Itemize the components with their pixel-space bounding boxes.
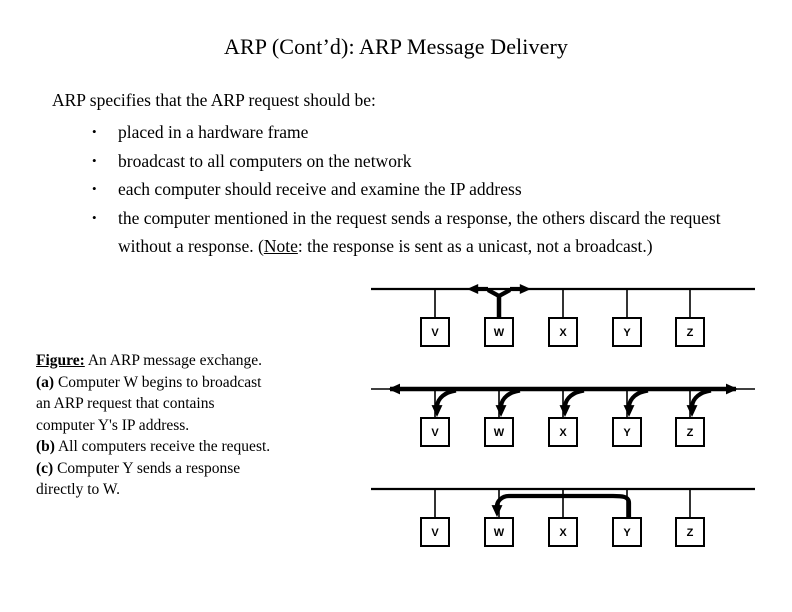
host-node-x: X bbox=[548, 417, 578, 447]
list-item: • the computer mentioned in the request … bbox=[52, 204, 742, 261]
host-node-w: W bbox=[484, 417, 514, 447]
figure-part-label-a: (a) bbox=[36, 373, 55, 391]
host-label: Z bbox=[687, 427, 694, 439]
figure-part-label-c: (c) bbox=[36, 459, 54, 477]
arrow-down-icon-z bbox=[686, 405, 698, 417]
host-node-v: V bbox=[420, 517, 450, 547]
arrow-left-icon bbox=[467, 283, 479, 295]
figure-caption-line: directly to W. bbox=[36, 481, 120, 498]
host-node-w: W bbox=[484, 317, 514, 347]
figure-caption-title: An ARP message exchange. bbox=[87, 352, 263, 369]
host-label: Y bbox=[623, 427, 631, 439]
host-label: Z bbox=[687, 327, 694, 339]
arrow-left-icon bbox=[388, 383, 400, 395]
intro-text: ARP specifies that the ARP request shoul… bbox=[52, 90, 376, 110]
broadcast-fork-left bbox=[486, 288, 501, 298]
note-emphasis: Note bbox=[263, 236, 298, 256]
figure-caption-line: an ARP request that contains bbox=[36, 395, 215, 412]
host-label: Y bbox=[623, 527, 631, 539]
delivery-curve-z bbox=[689, 388, 712, 407]
diagram-panel-c: V W X Y Z bbox=[360, 478, 772, 568]
figure-caption-line: All computers receive the request. bbox=[54, 438, 271, 455]
host-node-z: Z bbox=[675, 317, 705, 347]
arrow-right-icon bbox=[519, 283, 531, 295]
host-node-z: Z bbox=[675, 517, 705, 547]
host-label: Z bbox=[687, 527, 694, 539]
host-label: V bbox=[431, 327, 439, 339]
bullet-marker-icon: • bbox=[92, 181, 97, 196]
host-label: X bbox=[559, 427, 567, 439]
bullet-marker-icon: • bbox=[92, 209, 97, 225]
host-label: W bbox=[494, 527, 505, 539]
page-title: ARP (Cont’d): ARP Message Delivery bbox=[224, 34, 568, 59]
list-item-text-part: : the response is sent as a unicast, not… bbox=[297, 236, 653, 256]
host-node-v: V bbox=[420, 417, 450, 447]
network-diagram-a: V W X Y Z bbox=[371, 283, 755, 347]
host-label: V bbox=[431, 527, 439, 539]
figure-caption: Figure: An ARP message exchange. (a) Com… bbox=[36, 350, 336, 501]
host-node-x: X bbox=[548, 317, 578, 347]
bullet-marker-icon: • bbox=[92, 152, 97, 168]
host-label: X bbox=[559, 527, 567, 539]
host-label: W bbox=[494, 427, 505, 439]
arrow-down-icon-w bbox=[491, 505, 503, 517]
list-item-text: each computer should receive and examine… bbox=[118, 179, 522, 199]
host-node-v: V bbox=[420, 317, 450, 347]
diagram-panel-a: V W X Y Z bbox=[360, 278, 772, 368]
delivery-curve-x bbox=[562, 388, 585, 407]
arrow-down-icon-v bbox=[431, 405, 443, 417]
arrow-down-icon-x bbox=[559, 405, 571, 417]
list-item: • each computer should receive and exami… bbox=[52, 175, 742, 204]
host-label: X bbox=[559, 327, 567, 339]
network-diagram-b: V W X Y Z bbox=[371, 383, 755, 447]
host-label: Y bbox=[623, 327, 631, 339]
host-node-x: X bbox=[548, 517, 578, 547]
host-node-y: Y bbox=[612, 417, 642, 447]
host-label: W bbox=[494, 327, 505, 339]
figure-caption-line: Computer Y sends a response bbox=[53, 459, 241, 477]
arrow-down-icon-w bbox=[495, 405, 507, 417]
diagram-panel-b: V W X Y Z bbox=[360, 378, 772, 468]
arrow-right-icon bbox=[726, 383, 738, 395]
list-item: • broadcast to all computers on the netw… bbox=[52, 147, 742, 176]
host-node-w: W bbox=[484, 517, 514, 547]
network-diagram-c: V W X Y Z bbox=[371, 487, 755, 547]
list-item: • placed in a hardware frame bbox=[52, 118, 742, 147]
host-node-z: Z bbox=[675, 417, 705, 447]
list-item-text: broadcast to all computers on the networ… bbox=[118, 150, 412, 171]
list-item-text: the computer mentioned in the request se… bbox=[118, 208, 721, 257]
host-node-y: Y bbox=[612, 317, 642, 347]
figure-part-label-b: (b) bbox=[36, 438, 55, 455]
figure-caption-label: Figure: bbox=[36, 352, 85, 369]
slide-canvas: ARP (Cont’d): ARP Message Delivery ARP s… bbox=[0, 0, 792, 612]
broadcast-fork-right bbox=[497, 288, 512, 298]
arrow-down-icon-y bbox=[623, 405, 635, 417]
delivery-curve-w bbox=[498, 388, 521, 407]
figure-caption-line: Computer W begins to broadcast bbox=[54, 373, 262, 391]
host-node-y: Y bbox=[612, 517, 642, 547]
bullet-list: • placed in a hardware frame • broadcast… bbox=[52, 118, 742, 261]
delivery-curve-y bbox=[626, 388, 649, 407]
bullet-marker-icon: • bbox=[92, 124, 97, 139]
delivery-curve-v bbox=[434, 388, 457, 407]
figure-caption-line: computer Y's IP address. bbox=[36, 416, 190, 434]
list-item-text: placed in a hardware frame bbox=[118, 122, 309, 142]
host-label: V bbox=[431, 427, 439, 439]
